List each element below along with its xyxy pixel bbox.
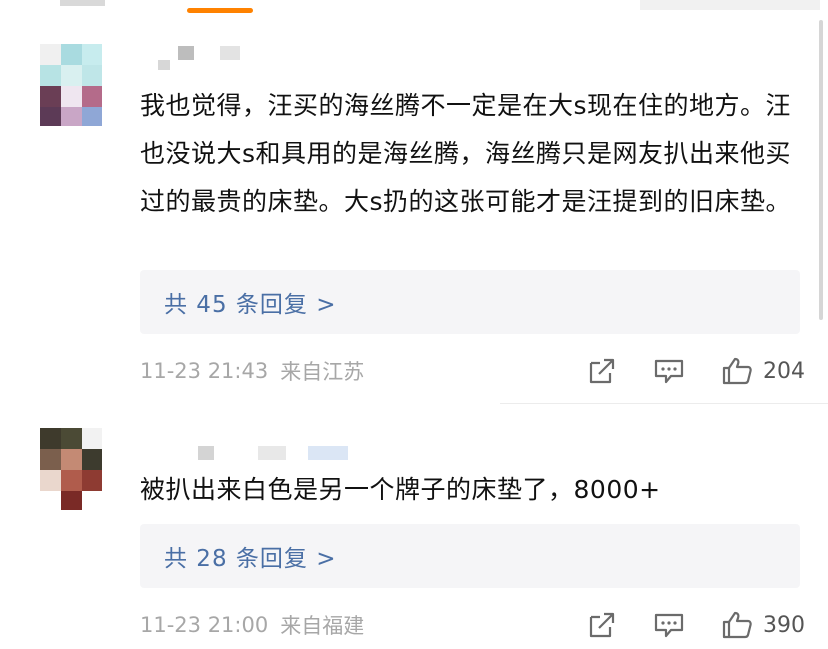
replies-label: 共 45 条回复 >	[164, 292, 337, 318]
comment-button[interactable]	[653, 611, 685, 639]
share-icon	[589, 612, 615, 638]
share-icon	[589, 358, 615, 384]
comment-text: 我也觉得，汪买的海丝腾不一定是在大s现在住的地方。汪也没说大s和具用的是海丝腾，…	[140, 91, 792, 216]
thumbs-up-icon	[722, 357, 752, 385]
like-count: 204	[763, 358, 805, 384]
username[interactable]	[158, 446, 348, 468]
share-button[interactable]	[587, 357, 617, 385]
divider	[500, 403, 828, 404]
comment-time: 11-23 21:00	[140, 613, 269, 637]
like-button[interactable]: 204	[721, 356, 805, 386]
comment-meta: 11-23 21:43 来自江苏 204	[140, 351, 805, 391]
avatar[interactable]	[40, 428, 102, 510]
thumbs-up-icon	[722, 611, 752, 639]
view-replies-button[interactable]: 共 45 条回复 >	[140, 270, 800, 334]
scrollbar[interactable]	[819, 20, 823, 320]
header-residue	[60, 0, 105, 6]
comment-location: 来自江苏	[280, 360, 365, 384]
replies-label: 共 28 条回复 >	[164, 546, 337, 572]
comment-icon	[654, 613, 684, 638]
username[interactable]	[158, 46, 268, 70]
comment-actions: 204	[587, 356, 805, 386]
avatar[interactable]	[40, 44, 102, 126]
comment-location: 来自福建	[280, 614, 365, 638]
comment-icon	[654, 359, 684, 384]
like-count: 390	[763, 612, 805, 638]
view-replies-button[interactable]: 共 28 条回复 >	[140, 524, 800, 588]
comment-button[interactable]	[653, 357, 685, 385]
comment-text: 被扒出来白色是另一个牌子的床垫了，8000+	[140, 475, 661, 504]
header-residue	[640, 0, 820, 10]
comment-meta: 11-23 21:00 来自福建 390	[140, 605, 805, 645]
active-tab-indicator	[187, 8, 253, 13]
share-button[interactable]	[587, 611, 617, 639]
comment-time: 11-23 21:43	[140, 359, 269, 383]
comment-actions: 390	[587, 610, 805, 640]
like-button[interactable]: 390	[721, 610, 805, 640]
